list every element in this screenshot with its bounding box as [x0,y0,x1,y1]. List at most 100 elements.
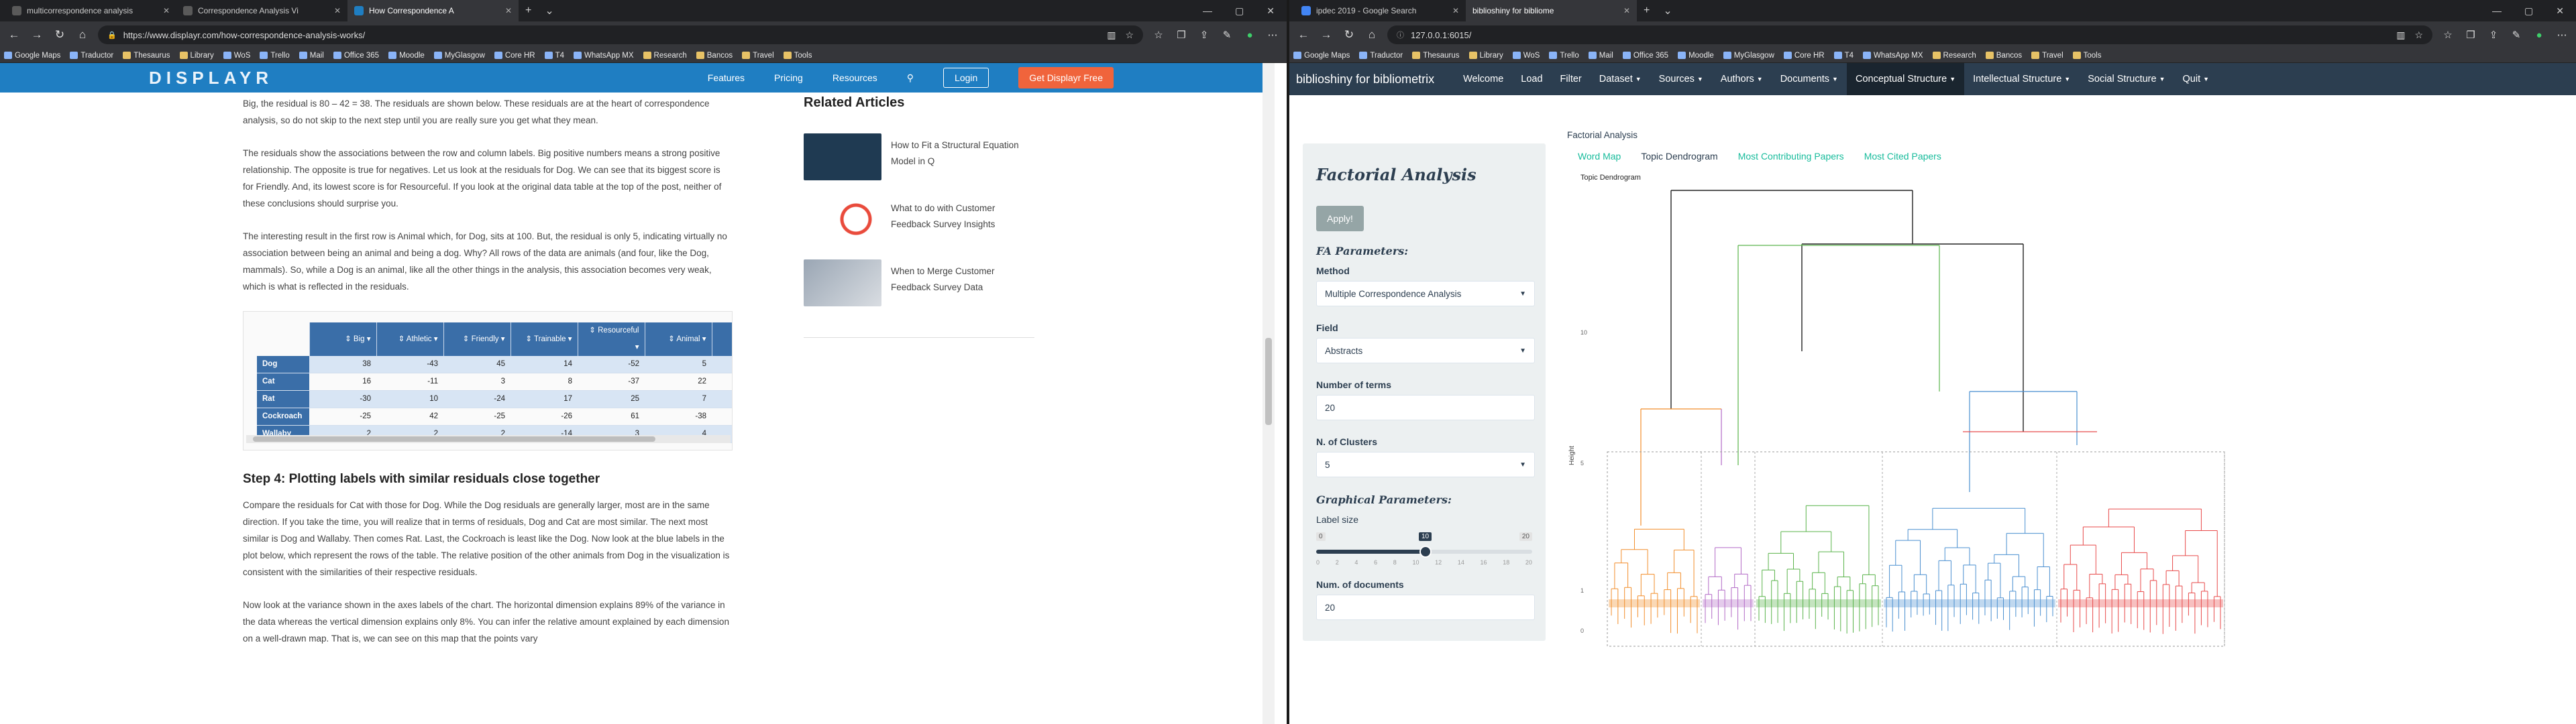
close-tab-icon[interactable]: ✕ [505,6,512,15]
column-header[interactable]: ⇕ Animal ▾ [645,322,712,356]
slider-track[interactable] [1316,546,1532,558]
page-scrollbar[interactable] [1263,63,1275,724]
url-field[interactable]: ⓘ 127.0.0.1:6015/ ▥ ☆ [1387,25,2432,44]
browser-tab[interactable]: multicorrespondence analysis ✕ [5,0,176,21]
related-item[interactable]: How to Fit a Structural Equation Model i… [804,133,1034,194]
browser-tab[interactable]: ipdec 2019 - Google Search ✕ [1295,0,1466,21]
bookmark-core-hr[interactable]: Core HR [494,52,535,60]
bookmark-travel[interactable]: Travel [742,52,774,60]
bookmark-library[interactable]: Library [1468,52,1503,60]
login-button[interactable]: Login [943,68,989,88]
column-header[interactable]: ⇕ Lo ▾ [712,322,732,356]
nav-filter[interactable]: Filter [1552,63,1591,95]
bookmark-whatsapp-mx[interactable]: WhatsApp MX [574,52,634,60]
reload-icon[interactable]: ↻ [52,28,67,42]
bookmark-traductor[interactable]: Traductor [1359,52,1403,60]
bookmark-bancos[interactable]: Bancos [1985,52,2022,60]
bookmark-library[interactable]: Library [179,52,214,60]
nav-dataset[interactable]: Dataset ▼ [1591,63,1650,95]
share-icon[interactable]: ⇪ [1197,29,1212,41]
bookmark-mail[interactable]: Mail [299,52,324,60]
nav-sources[interactable]: Sources ▼ [1650,63,1712,95]
forward-icon[interactable]: → [1319,28,1334,42]
nav-load[interactable]: Load [1512,63,1551,95]
url-field[interactable]: 🔒 https://www.displayr.com/how-correspon… [98,25,1143,44]
home-icon[interactable]: ⌂ [75,28,90,42]
search-icon[interactable]: ⚲ [907,72,914,84]
close-window-icon[interactable]: ✕ [2556,5,2564,17]
nav-conceptual-structure[interactable]: Conceptual Structure ▼ [1846,63,1965,95]
nav-authors[interactable]: Authors ▼ [1712,63,1772,95]
browser-tab-active[interactable]: biblioshiny for bibliome ✕ [1466,0,1637,21]
tab-word-map[interactable]: Word Map [1578,151,1621,162]
extension-icon[interactable]: ✎ [2509,29,2524,41]
bookmark-moodle[interactable]: Moodle [388,52,425,60]
bookmark-tools[interactable]: Tools [2072,52,2102,60]
bookmark-travel[interactable]: Travel [2031,52,2063,60]
bookmark-office-365[interactable]: Office 365 [333,52,379,60]
profile-icon[interactable]: ● [2532,29,2546,41]
nav-intellectual-structure[interactable]: Intellectual Structure ▼ [1964,63,2079,95]
close-tab-icon[interactable]: ✕ [1623,6,1630,15]
minimize-icon[interactable]: — [2492,5,2502,17]
clusters-select[interactable]: 5 ▼ [1316,452,1535,477]
close-tab-icon[interactable]: ✕ [334,6,341,15]
terms-input[interactable]: 20 [1316,395,1535,420]
menu-features[interactable]: Features [708,72,745,83]
nav-documents[interactable]: Documents ▼ [1772,63,1847,95]
label-size-slider[interactable]: 0 10 20 0 2 4 6 8 10 12 14 16 18 20 [1316,530,1532,568]
related-title[interactable]: When to Merge Customer Feedback Survey D… [891,263,1034,296]
bookmark-traductor[interactable]: Traductor [70,52,113,60]
apply-button[interactable]: Apply! [1316,206,1364,231]
related-title[interactable]: How to Fit a Structural Equation Model i… [891,137,1034,170]
nav-welcome[interactable]: Welcome [1454,63,1512,95]
menu-icon[interactable]: ⋯ [1265,29,1280,41]
bookmark-office-365[interactable]: Office 365 [1622,52,1668,60]
favorites-icon[interactable]: ☆ [1151,29,1166,41]
tab-list-icon[interactable]: ⌄ [1656,4,1678,17]
tab-list-icon[interactable]: ⌄ [538,4,560,17]
app-brand[interactable]: biblioshiny for bibliometrix [1289,72,1454,86]
bookmark-research[interactable]: Research [1932,52,1976,60]
bookmark-mail[interactable]: Mail [1588,52,1613,60]
bookmark-moodle[interactable]: Moodle [1678,52,1714,60]
column-header[interactable]: ⇕ Athletic ▾ [376,322,444,356]
minimize-icon[interactable]: — [1203,5,1212,17]
displayr-logo[interactable]: DISPLAYR [149,68,273,88]
reader-view-icon[interactable]: ▥ [1107,29,1116,41]
close-tab-icon[interactable]: ✕ [1452,6,1459,15]
docs-input[interactable]: 20 [1316,595,1535,620]
share-icon[interactable]: ⇪ [2486,29,2501,41]
slider-handle[interactable] [1419,546,1432,558]
bookmark-bancos[interactable]: Bancos [696,52,733,60]
bookmark-t4[interactable]: T4 [1833,52,1854,60]
get-displayr-free-button[interactable]: Get Displayr Free [1018,67,1114,88]
favorite-star-icon[interactable]: ☆ [2414,29,2423,41]
back-icon[interactable]: ← [1296,28,1311,42]
article-thumbnail[interactable] [804,259,881,306]
menu-resources[interactable]: Resources [833,72,877,83]
maximize-icon[interactable]: ▢ [1235,5,1244,17]
reader-view-icon[interactable]: ▥ [2396,29,2405,41]
menu-pricing[interactable]: Pricing [774,72,803,83]
tab-most-contributing-papers[interactable]: Most Contributing Papers [1738,151,1844,162]
forward-icon[interactable]: → [30,28,44,42]
browser-tab-active[interactable]: How Correspondence A ✕ [347,0,519,21]
new-tab-icon[interactable]: + [1637,5,1656,17]
bookmark-google-maps[interactable]: Google Maps [1293,52,1350,60]
menu-icon[interactable]: ⋯ [2555,29,2569,41]
bookmark-thesaurus[interactable]: Thesaurus [123,52,170,60]
browser-tab[interactable]: Correspondence Analysis Vi ✕ [176,0,347,21]
bookmark-tools[interactable]: Tools [783,52,812,60]
collections-icon[interactable]: ❐ [2463,29,2478,41]
field-select[interactable]: Abstracts ▼ [1316,338,1535,363]
reload-icon[interactable]: ↻ [1342,28,1356,42]
tab-most-cited-papers[interactable]: Most Cited Papers [1864,151,1941,162]
nav-social-structure[interactable]: Social Structure ▼ [2079,63,2174,95]
nav-quit[interactable]: Quit ▼ [2174,63,2218,95]
bookmark-core-hr[interactable]: Core HR [1783,52,1825,60]
article-thumbnail[interactable] [804,133,881,180]
tab-topic-dendrogram[interactable]: Topic Dendrogram [1641,151,1717,162]
bookmark-t4[interactable]: T4 [544,52,564,60]
bookmark-wos[interactable]: WoS [1512,52,1540,60]
